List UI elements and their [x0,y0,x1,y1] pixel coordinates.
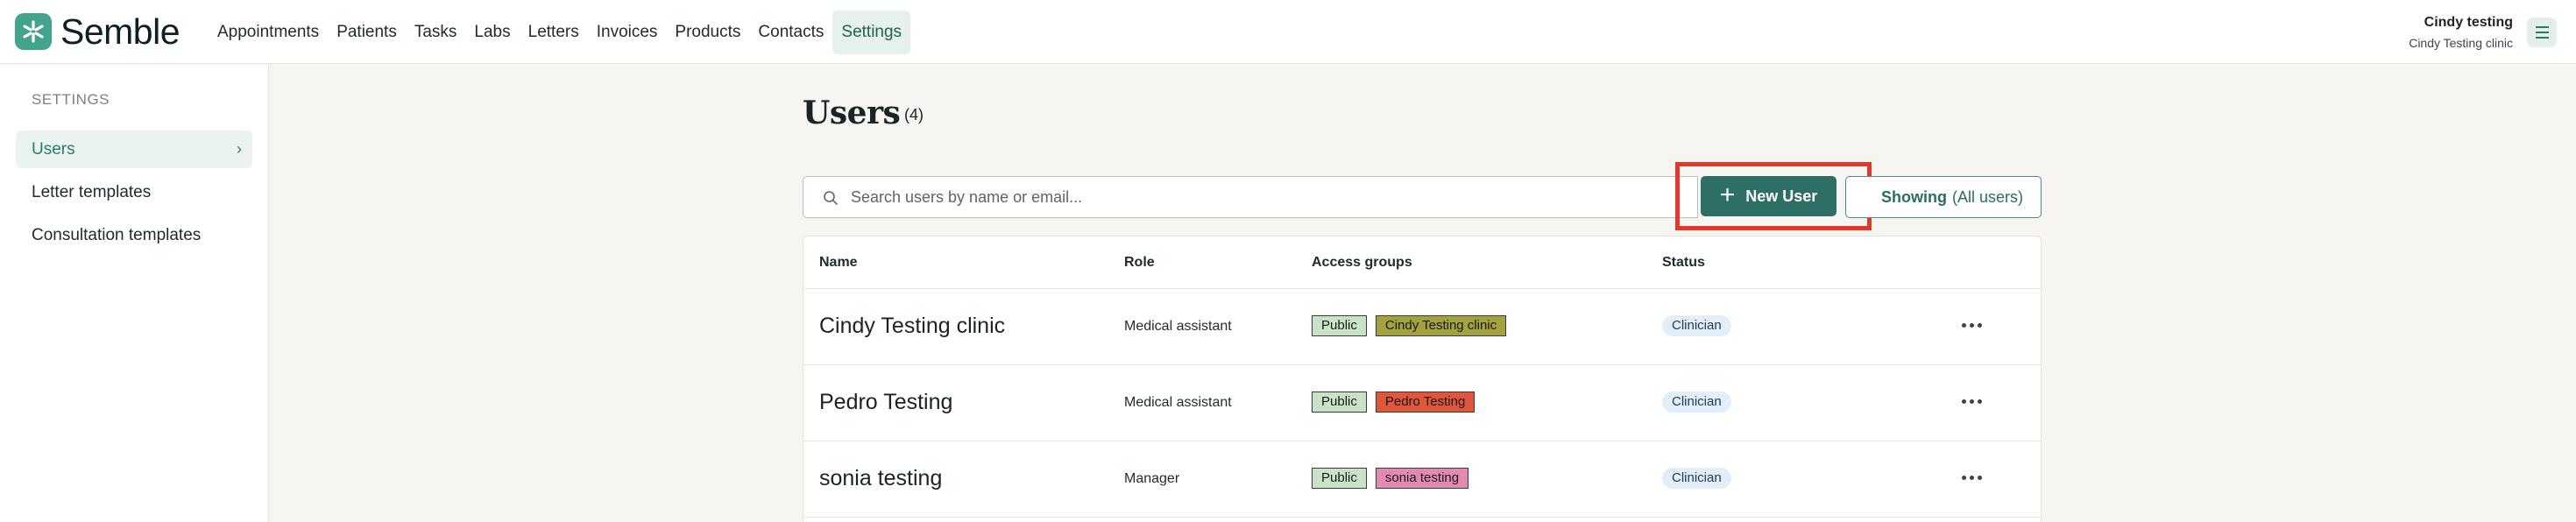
search-icon [824,191,838,205]
semble-logo[interactable]: Semble [15,11,180,52]
user-name: Cindy testing [2424,15,2513,30]
access-group-tag: Public [1312,468,1367,489]
user-account[interactable]: Cindy testing Cindy Testing clinic [2409,15,2513,50]
nav-tasks[interactable]: Tasks [406,11,466,54]
nav-patients[interactable]: Patients [328,11,406,54]
access-group-tag: Pedro Testing [1375,392,1476,413]
main-nav: Appointments Patients Tasks Labs Letters… [209,11,911,54]
column-header-role: Role [1124,255,1155,270]
nav-invoices[interactable]: Invoices [588,11,667,54]
new-user-button[interactable]: + New User [1701,176,1836,216]
showing-filter-button[interactable]: Showing (All users) [1845,176,2042,218]
chevron-right-icon: › [237,140,242,158]
table-row[interactable]: Pedro Testing Medical assistant Public P… [803,365,2041,441]
sidebar-item-label: Consultation templates [32,226,202,244]
nav-contacts[interactable]: Contacts [749,11,832,54]
column-header-access-groups: Access groups [1312,255,1412,270]
sidebar-item-letter-templates[interactable]: Letter templates [16,173,252,211]
table-row[interactable]: sonia testing Manager Public sonia testi… [803,441,2041,518]
nav-labs[interactable]: Labs [465,11,519,54]
new-user-label: New User [1745,187,1818,205]
hamburger-menu-icon[interactable] [2527,18,2557,47]
status-badge: Clinician [1662,392,1731,413]
users-table: Name Role Access groups Status Cindy Tes… [803,236,2042,522]
search-bar [803,176,1698,218]
column-header-name: Name [819,255,858,270]
settings-sidebar: SETTINGS Users › Letter templates Consul… [0,65,269,522]
nav-settings[interactable]: Settings [832,11,911,54]
user-count: (4) [904,106,924,123]
sidebar-item-label: Users [32,140,75,159]
plus-icon: + [1719,180,1736,209]
status-badge: Clinician [1662,315,1731,336]
sidebar-item-consultation-templates[interactable]: Consultation templates [16,216,252,254]
status-badge: Clinician [1662,468,1731,489]
table-row[interactable]: Cindy Testing clinic Medical assistant P… [803,289,2041,365]
more-options-icon[interactable] [1957,464,1986,490]
user-role-cell: Medical assistant [1124,395,1232,410]
access-group-tag: sonia testing [1375,468,1469,489]
nav-letters[interactable]: Letters [520,11,588,54]
user-name-cell[interactable]: Pedro Testing [819,390,952,415]
showing-value: (All users) [1951,187,2023,206]
more-options-icon[interactable] [1957,388,1986,414]
sidebar-heading: SETTINGS [32,91,110,108]
nav-appointments[interactable]: Appointments [209,11,328,54]
search-input[interactable] [851,177,1639,217]
sidebar-item-users[interactable]: Users › [16,130,252,168]
user-name-cell[interactable]: sonia testing [819,466,942,491]
sidebar-item-label: Letter templates [32,183,152,201]
semble-logo-icon [15,13,52,50]
access-groups-cell: Public sonia testing [1312,468,1469,489]
page-title: Users [803,95,901,131]
access-groups-cell: Public Pedro Testing [1312,392,1476,413]
access-group-tag: Public [1312,315,1367,336]
column-header-status: Status [1662,255,1705,270]
access-group-tag: Public [1312,392,1367,413]
access-groups-cell: Public Cindy Testing clinic [1312,315,1507,336]
user-name-cell[interactable]: Cindy Testing clinic [819,314,1005,339]
nav-products[interactable]: Products [666,11,749,54]
user-role-cell: Manager [1124,471,1180,486]
user-role-cell: Medical assistant [1124,319,1232,334]
app-name: Semble [60,11,180,52]
more-options-icon[interactable] [1957,312,1986,338]
access-group-tag: Cindy Testing clinic [1375,315,1507,336]
showing-label: Showing [1880,187,1947,206]
user-clinic: Cindy Testing clinic [2409,36,2513,50]
top-bar: Semble Appointments Patients Tasks Labs … [0,0,2576,64]
